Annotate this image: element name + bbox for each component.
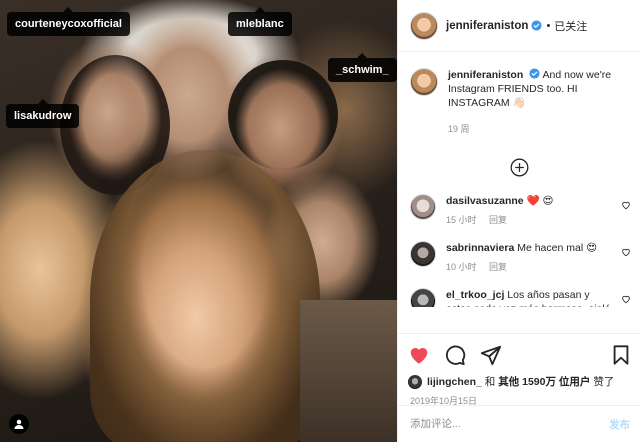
caption-time[interactable]: 19 周: [448, 122, 629, 136]
user-tag-courteneycoxofficial[interactable]: courteneycoxofficial: [7, 7, 130, 36]
post-comment-button[interactable]: 发布: [609, 417, 630, 432]
post-actions: lijingchen_ 和 其他 1590万 位用户 赞了 2019年10月15…: [398, 333, 641, 407]
user-tag-schwim[interactable]: _schwim_: [328, 53, 397, 82]
like-heart-icon[interactable]: [408, 344, 430, 366]
likes-summary[interactable]: lijingchen_ 和 其他 1590万 位用户 赞了: [408, 374, 632, 389]
header-username[interactable]: jenniferaniston: [446, 20, 528, 32]
tagged-users-icon[interactable]: [9, 414, 29, 434]
reply-button[interactable]: 回复: [489, 215, 507, 225]
comment-time[interactable]: 10 小时: [446, 262, 477, 272]
bookmark-icon[interactable]: [610, 344, 632, 366]
likes-suffix: 赞了: [593, 376, 615, 388]
verified-badge-icon: [529, 68, 540, 79]
avatar[interactable]: [410, 68, 438, 96]
load-more-comments-button[interactable]: [398, 158, 641, 180]
comment-username[interactable]: el_trkoo_jcj: [446, 289, 504, 301]
comment-text: ❤️ 😍: [526, 195, 554, 207]
comment-text: Me hacen mal 😍: [517, 242, 598, 254]
comment-bubble-icon[interactable]: [444, 344, 466, 366]
liker-username[interactable]: lijingchen_: [427, 376, 482, 388]
user-tag-lisakudrow[interactable]: lisakudrow: [6, 99, 80, 128]
photo-detail: [228, 60, 338, 170]
caption-username[interactable]: jenniferaniston: [448, 69, 523, 81]
post-photo[interactable]: courteneycoxofficial mleblanc _schwim_ l…: [0, 0, 397, 442]
avatar[interactable]: [410, 288, 436, 307]
avatar: [408, 374, 422, 389]
comment-username[interactable]: dasilvasuzanne: [446, 195, 524, 207]
comment-time[interactable]: 15 小时: [446, 215, 477, 225]
avatar[interactable]: [410, 11, 438, 40]
like-comment-heart-icon[interactable]: [621, 294, 631, 304]
comment-input[interactable]: [410, 418, 609, 430]
photo-detail: [90, 150, 320, 442]
plus-circle-icon: [510, 158, 529, 177]
likes-count[interactable]: 其他 1590万 位用户: [498, 376, 590, 388]
like-comment-heart-icon[interactable]: [621, 200, 631, 210]
likes-connector: 和: [484, 376, 496, 388]
person-icon: [14, 419, 24, 429]
avatar[interactable]: [410, 194, 436, 220]
following-button[interactable]: 已关注: [554, 18, 587, 34]
add-comment-bar: 发布: [398, 405, 641, 442]
comment-item: sabrinnaviera Me hacen mal 😍 10 小时 回复: [398, 241, 641, 274]
like-comment-heart-icon[interactable]: [621, 247, 631, 257]
reply-button[interactable]: 回复: [489, 262, 507, 272]
comment-username[interactable]: sabrinnaviera: [446, 242, 514, 254]
comment-item: dasilvasuzanne ❤️ 😍 15 小时 回复: [398, 194, 641, 227]
post-side-panel: jenniferaniston • 已关注 jenniferaniston An…: [397, 0, 641, 442]
post-caption: jenniferaniston And now we're Instagram …: [398, 52, 641, 136]
post-header: jenniferaniston • 已关注: [398, 0, 641, 52]
avatar[interactable]: [410, 241, 436, 267]
user-tag-mleblanc[interactable]: mleblanc: [228, 7, 292, 36]
photo-detail: [300, 300, 397, 442]
comments-list[interactable]: jenniferaniston And now we're Instagram …: [398, 52, 641, 307]
verified-badge-icon: [531, 20, 542, 31]
separator-dot: •: [546, 19, 551, 32]
comment-item: el_trkoo_jcj Los años pasan y estas cada…: [398, 288, 641, 307]
share-send-icon[interactable]: [480, 344, 502, 366]
